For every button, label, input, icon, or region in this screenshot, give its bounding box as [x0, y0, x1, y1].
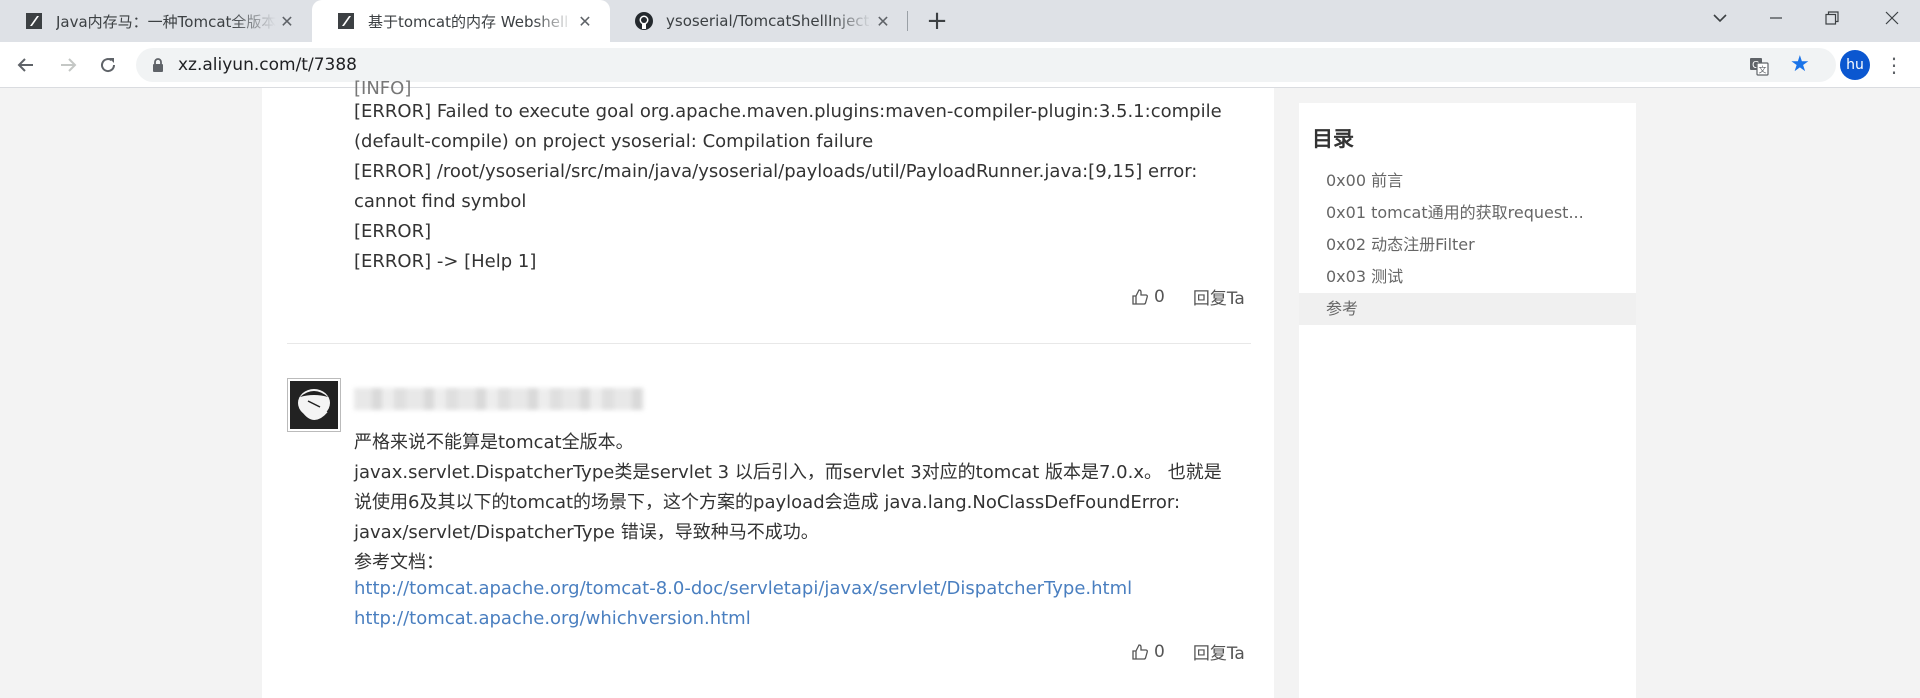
tab-close-icon[interactable]: ✕ [276, 10, 298, 32]
comment-divider [287, 343, 1251, 344]
toc-item-get-request[interactable]: 0x01 tomcat通用的获取request... [1299, 197, 1636, 229]
reload-button[interactable] [92, 49, 124, 81]
commenter-avatar[interactable] [287, 378, 341, 432]
minimize-button[interactable] [1748, 0, 1804, 36]
like-button[interactable]: 0 [1132, 642, 1165, 662]
browser-menu-icon[interactable]: ⋮ [1880, 51, 1908, 79]
github-icon [634, 11, 654, 31]
comment-text: 说使用6及其以下的tomcat的场景下，这个方案的payload会造成 java… [354, 492, 1181, 513]
like-count: 0 [1154, 641, 1165, 662]
tab-strip: Java内存马：一种Tomcat全版本获取StandardContext的新方法… [0, 0, 1920, 42]
new-tab-button[interactable]: + [922, 6, 952, 36]
reload-icon [101, 58, 116, 73]
tab-title: 基于tomcat的内存 Webshell 无文件攻击技术 [368, 12, 574, 31]
bookmark-star-icon[interactable]: ★ [1790, 53, 1810, 77]
code-line: [ERROR] /root/ysoserial/src/main/java/ys… [354, 161, 1198, 182]
translate-icon[interactable]: G文 [1748, 55, 1770, 77]
minimize-icon [1770, 17, 1782, 19]
cut-off-line: [INFO] [354, 78, 412, 99]
tab-java-memshell[interactable]: Java内存马：一种Tomcat全版本获取StandardContext的新方法… [0, 0, 312, 42]
toc-item-register-filter[interactable]: 0x02 动态注册Filter [1299, 229, 1636, 261]
reply-button[interactable]: 回复Ta [1193, 639, 1245, 664]
address-bar[interactable]: xz.aliyun.com/t/7388 G文 ★ [136, 48, 1836, 82]
chevron-down-icon [1713, 14, 1727, 23]
svg-text:文: 文 [1759, 65, 1767, 75]
comment-text: javax/servlet/DispatcherType 错误，导致种马不成功。 [354, 522, 819, 543]
comment-text: javax.servlet.DispatcherType类是servlet 3 … [354, 462, 1222, 483]
tab-close-icon[interactable]: ✕ [872, 10, 894, 32]
code-line: [ERROR] [354, 221, 432, 242]
close-window-button[interactable] [1864, 0, 1920, 36]
comment-text: 参考文档： [354, 552, 444, 573]
table-of-contents: 目录 0x00 前言 0x01 tomcat通用的获取request... 0x… [1299, 103, 1636, 698]
tab-title: ysoserial/TomcatShellInject.java [666, 12, 872, 30]
tab-ysoserial[interactable]: ysoserial/TomcatShellInject.java ✕ [610, 0, 908, 42]
reference-link[interactable]: http://tomcat.apache.org/tomcat-8.0-doc/… [354, 578, 1132, 599]
thumbs-up-icon [1132, 288, 1148, 305]
comments-panel: [INFO] [ERROR] Failed to execute goal or… [262, 78, 1274, 698]
browser-toolbar: xz.aliyun.com/t/7388 G文 ★ hu ⋮ [0, 42, 1920, 88]
tab-search-button[interactable] [1692, 0, 1748, 36]
code-line: cannot find symbol [354, 191, 527, 212]
comment-actions: 0 回复Ta [1132, 284, 1245, 309]
code-line: (default-compile) on project ysoserial: … [354, 131, 874, 152]
back-button[interactable] [10, 49, 42, 81]
forward-button[interactable] [52, 49, 84, 81]
thumbs-up-icon [1132, 643, 1148, 660]
reference-link[interactable]: http://tomcat.apache.org/whichversion.ht… [354, 608, 751, 629]
toc-item-references[interactable]: 参考 [1299, 293, 1636, 325]
tab-tomcat-webshell[interactable]: 基于tomcat的内存 Webshell 无文件攻击技术 ✕ [312, 0, 610, 42]
profile-avatar[interactable]: hu [1840, 50, 1870, 80]
restore-button[interactable] [1804, 0, 1860, 36]
restore-icon [1825, 11, 1839, 25]
tab-title: Java内存马：一种Tomcat全版本获取StandardContext的新方法 [56, 12, 276, 31]
reply-button[interactable]: 回复Ta [1193, 284, 1245, 309]
like-count: 0 [1154, 286, 1165, 307]
code-line: [ERROR] -> [Help 1] [354, 251, 537, 272]
lock-icon[interactable] [150, 57, 166, 73]
xz-logo-icon [24, 11, 44, 31]
close-icon [1885, 11, 1899, 25]
toc-item-test[interactable]: 0x03 测试 [1299, 261, 1636, 293]
xz-logo-icon [336, 11, 356, 31]
comment-actions: 0 回复Ta [1132, 639, 1245, 664]
like-button[interactable]: 0 [1132, 287, 1165, 307]
comment-text: 严格来说不能算是tomcat全版本。 [354, 432, 634, 453]
arrow-right-icon [61, 58, 77, 72]
arrow-left-icon [17, 58, 33, 72]
url-text[interactable]: xz.aliyun.com/t/7388 [178, 55, 357, 75]
toc-title: 目录 [1312, 127, 1354, 151]
toc-item-preface[interactable]: 0x00 前言 [1299, 165, 1636, 197]
commenter-name-redacted [354, 388, 644, 410]
tab-separator [907, 11, 908, 31]
code-line: [ERROR] Failed to execute goal org.apach… [354, 101, 1222, 122]
tab-close-icon[interactable]: ✕ [574, 10, 596, 32]
